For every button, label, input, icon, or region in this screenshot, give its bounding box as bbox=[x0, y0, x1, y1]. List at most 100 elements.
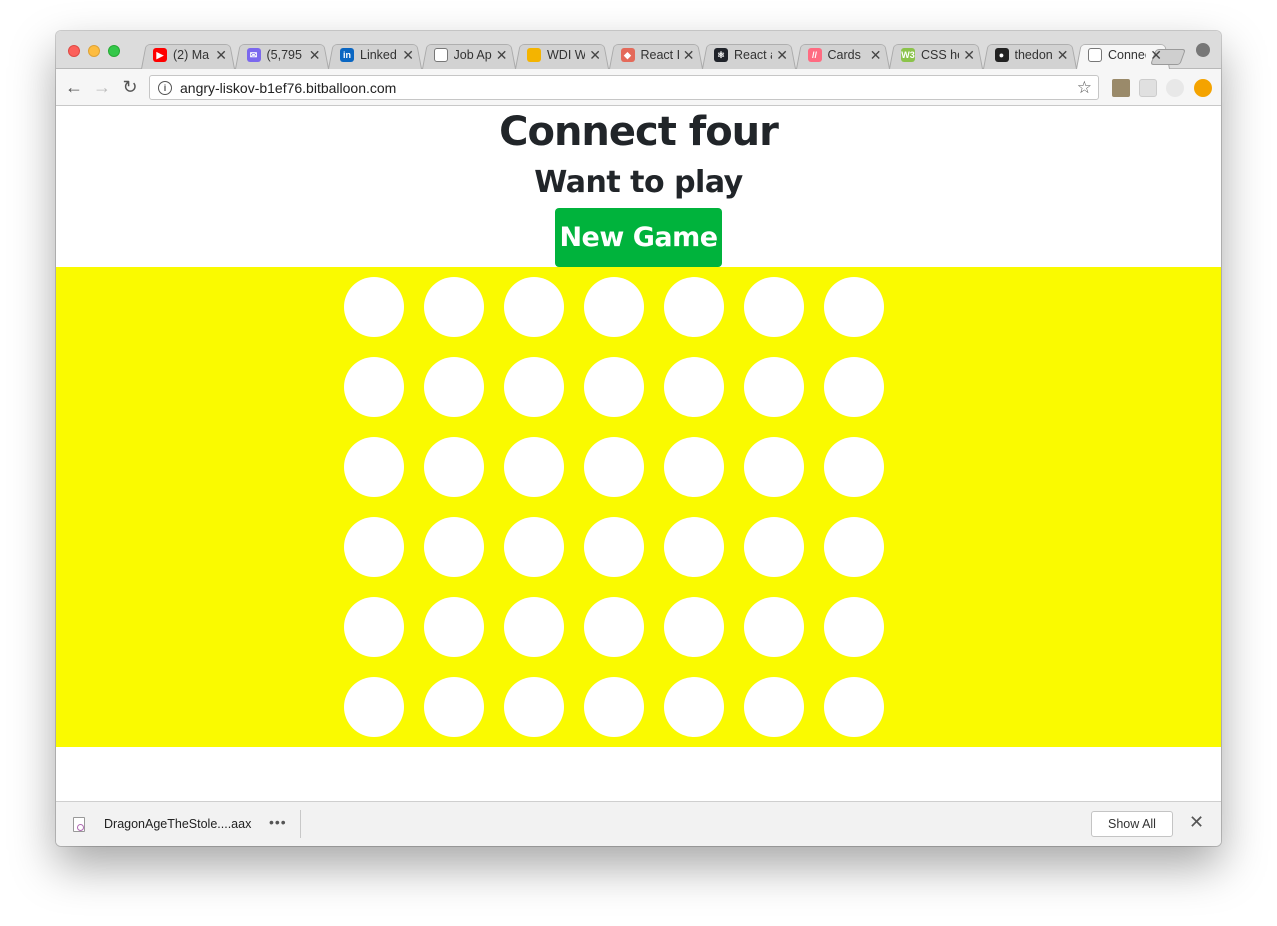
board-cell[interactable] bbox=[744, 277, 804, 337]
tab-css[interactable]: W3 CSS he ✕ bbox=[889, 41, 983, 69]
board-cell[interactable] bbox=[344, 517, 404, 577]
tab-react[interactable]: ⚛ React a ✕ bbox=[702, 41, 796, 69]
board-cell[interactable] bbox=[504, 357, 564, 417]
board-grid bbox=[344, 277, 884, 737]
board-cell[interactable] bbox=[744, 357, 804, 417]
tab-github[interactable]: ● thedon ✕ bbox=[983, 41, 1077, 69]
forward-icon[interactable]: → bbox=[92, 77, 112, 98]
tab-document[interactable]: Job Ap ✕ bbox=[422, 41, 516, 69]
board-cell[interactable] bbox=[824, 677, 884, 737]
back-icon[interactable]: ← bbox=[64, 77, 84, 98]
board-cell[interactable] bbox=[424, 597, 484, 657]
board-cell[interactable] bbox=[344, 277, 404, 337]
minimize-window-icon[interactable] bbox=[88, 45, 100, 57]
tab-diamond[interactable]: ◆ React I ✕ bbox=[609, 41, 703, 69]
download-filename[interactable]: DragonAgeTheStole....aax bbox=[104, 817, 251, 831]
board-cell[interactable] bbox=[424, 277, 484, 337]
document-icon bbox=[433, 48, 448, 62]
tab-cards[interactable]: // Cards ✕ bbox=[796, 41, 890, 69]
close-window-icon[interactable] bbox=[68, 45, 80, 57]
tab-close-icon[interactable]: ✕ bbox=[309, 47, 321, 64]
board-cell[interactable] bbox=[824, 357, 884, 417]
maximize-window-icon[interactable] bbox=[108, 45, 120, 57]
board-cell[interactable] bbox=[584, 677, 644, 737]
tab-title: (5,795 bbox=[266, 48, 302, 62]
board-cell[interactable] bbox=[424, 517, 484, 577]
tab-close-icon[interactable]: ✕ bbox=[589, 47, 601, 64]
tab-title: Connec bbox=[1108, 48, 1146, 62]
board-cell[interactable] bbox=[664, 277, 724, 337]
address-bar[interactable]: i angry-liskov-b1ef76.bitballoon.com ☆ bbox=[149, 75, 1099, 100]
board-cell[interactable] bbox=[664, 597, 724, 657]
board-cell[interactable] bbox=[344, 677, 404, 737]
download-more-icon[interactable]: ••• bbox=[269, 814, 287, 830]
board-cell[interactable] bbox=[424, 357, 484, 417]
redux-extension-icon[interactable] bbox=[1166, 79, 1184, 97]
info-icon[interactable]: i bbox=[158, 80, 172, 95]
profile-icon[interactable] bbox=[1196, 43, 1210, 57]
board-cell[interactable] bbox=[584, 277, 644, 337]
honey-extension-icon[interactable] bbox=[1194, 79, 1212, 97]
board-cell[interactable] bbox=[584, 437, 644, 497]
tab-close-icon[interactable]: ✕ bbox=[683, 47, 695, 64]
tab-close-icon[interactable]: ✕ bbox=[1150, 47, 1162, 64]
tab-title: (2) Ma bbox=[173, 48, 210, 62]
close-download-bar-icon[interactable]: ✕ bbox=[1189, 812, 1204, 833]
reload-icon[interactable]: ↻ bbox=[120, 77, 140, 98]
new-game-button[interactable]: New Game bbox=[555, 208, 722, 267]
tab-close-icon[interactable]: ✕ bbox=[496, 47, 508, 64]
page-subtitle: Want to play bbox=[534, 165, 743, 200]
tab-close-icon[interactable]: ✕ bbox=[215, 47, 227, 64]
board-cell[interactable] bbox=[504, 517, 564, 577]
board-cell[interactable] bbox=[744, 517, 804, 577]
slides-icon bbox=[527, 48, 541, 62]
grid-extension-icon[interactable] bbox=[1139, 79, 1157, 97]
browser-window: ▶ (2) Ma ✕ ✉ (5,795 ✕ in Linked ✕ Job Ap ✕ WDI W ✕ ◆ R… bbox=[56, 31, 1221, 846]
tab-close-icon[interactable]: ✕ bbox=[870, 47, 882, 64]
board-cell[interactable] bbox=[664, 357, 724, 417]
document-icon bbox=[1088, 48, 1102, 62]
board-cell[interactable] bbox=[584, 357, 644, 417]
board-cell[interactable] bbox=[664, 677, 724, 737]
board-cell[interactable] bbox=[824, 437, 884, 497]
github-icon: ● bbox=[994, 48, 1009, 62]
board-cell[interactable] bbox=[504, 597, 564, 657]
board-cell[interactable] bbox=[344, 437, 404, 497]
board-cell[interactable] bbox=[424, 677, 484, 737]
show-all-button[interactable]: Show All bbox=[1091, 811, 1173, 837]
board-cell[interactable] bbox=[824, 517, 884, 577]
divider bbox=[300, 810, 301, 838]
browser-toolbar: ← → ↻ i angry-liskov-b1ef76.bitballoon.c… bbox=[56, 69, 1221, 106]
board-cell[interactable] bbox=[744, 677, 804, 737]
board-cell[interactable] bbox=[344, 357, 404, 417]
tab-mail[interactable]: ✉ (5,795 ✕ bbox=[235, 41, 329, 69]
board-cell[interactable] bbox=[824, 277, 884, 337]
board-cell[interactable] bbox=[584, 517, 644, 577]
css-icon: W3 bbox=[901, 48, 915, 62]
board-cell[interactable] bbox=[664, 517, 724, 577]
eyedropper-extension-icon[interactable] bbox=[1112, 79, 1130, 97]
download-file-icon[interactable] bbox=[73, 817, 85, 832]
download-bar: DragonAgeTheStole....aax ••• Show All ✕ bbox=[56, 801, 1221, 846]
tab-close-icon[interactable]: ✕ bbox=[776, 47, 788, 64]
url-text[interactable]: angry-liskov-b1ef76.bitballoon.com bbox=[180, 80, 1077, 96]
board-cell[interactable] bbox=[504, 437, 564, 497]
tab-youtube[interactable]: ▶ (2) Ma ✕ bbox=[141, 41, 235, 69]
board-cell[interactable] bbox=[744, 437, 804, 497]
tab-close-icon[interactable]: ✕ bbox=[963, 47, 975, 64]
board-cell[interactable] bbox=[344, 597, 404, 657]
board-cell[interactable] bbox=[504, 277, 564, 337]
board-cell[interactable] bbox=[424, 437, 484, 497]
tab-title: thedon bbox=[1014, 48, 1053, 62]
board-cell[interactable] bbox=[504, 677, 564, 737]
board-cell[interactable] bbox=[744, 597, 804, 657]
tab-close-icon[interactable]: ✕ bbox=[402, 47, 414, 64]
tab-close-icon[interactable]: ✕ bbox=[1057, 47, 1069, 64]
board-cell[interactable] bbox=[584, 597, 644, 657]
board-cell[interactable] bbox=[664, 437, 724, 497]
tab-title: Cards bbox=[827, 48, 861, 62]
tab-slides[interactable]: WDI W ✕ bbox=[515, 41, 609, 69]
bookmark-star-icon[interactable]: ☆ bbox=[1077, 78, 1092, 98]
tab-linkedin[interactable]: in Linked ✕ bbox=[328, 41, 422, 69]
board-cell[interactable] bbox=[824, 597, 884, 657]
